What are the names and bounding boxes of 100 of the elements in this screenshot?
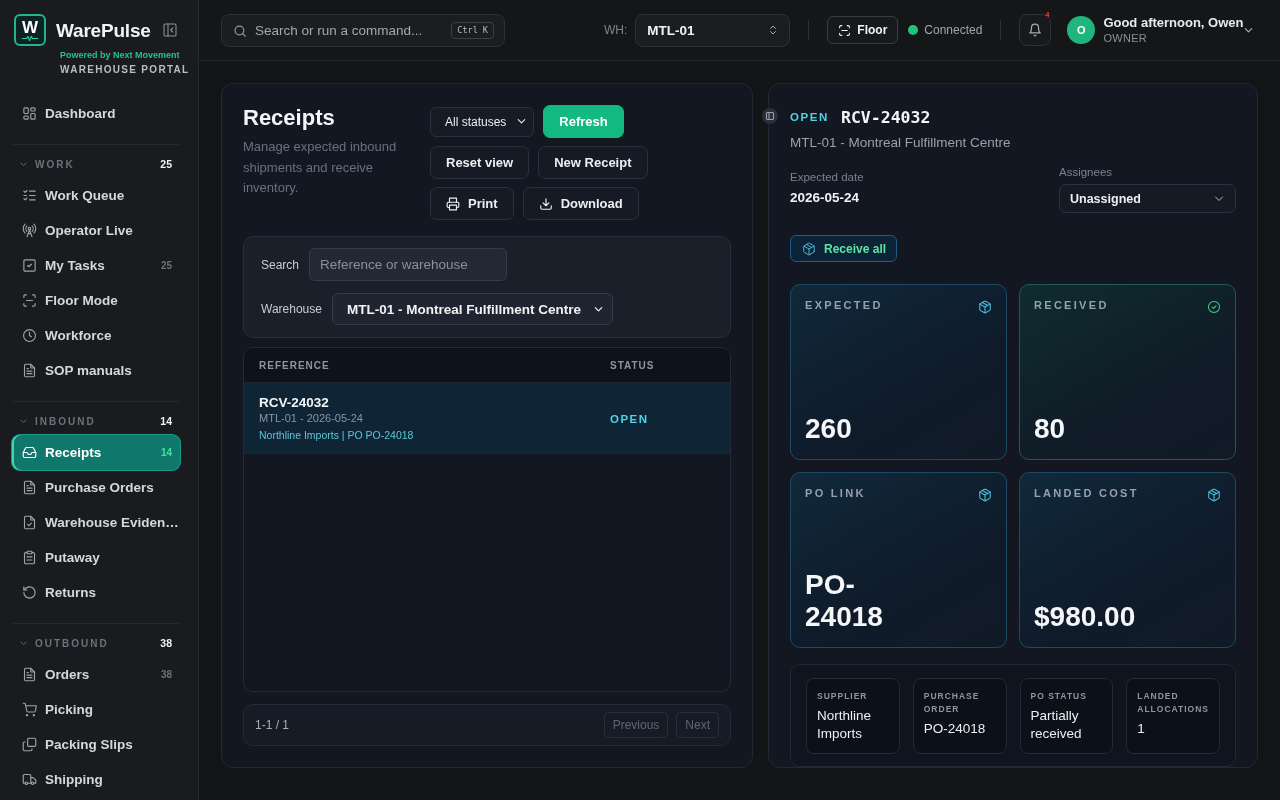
dashboard-grid-icon <box>22 106 37 121</box>
stat-label: LANDED COST <box>1034 487 1139 500</box>
receipt-reference: RCV-24032 <box>259 393 330 411</box>
brand-logo: W <box>14 14 46 46</box>
status-label: OPEN <box>610 413 649 425</box>
nav-item[interactable]: Purchase Orders <box>12 470 180 505</box>
nav-item[interactable]: Work Queue <box>12 178 180 213</box>
brand-name: WarePulse <box>56 20 151 42</box>
stat-label: PO LINK <box>805 487 866 500</box>
shortcut-hint: Ctrl K <box>451 21 494 39</box>
section-header[interactable]: INBOUND 14 <box>12 411 180 431</box>
download-icon <box>538 196 553 211</box>
printer-icon <box>446 196 460 211</box>
nav-item[interactable]: Receipts 14 <box>12 435 180 470</box>
panel-collapse-icon[interactable] <box>162 22 178 38</box>
clock-icon <box>22 328 37 343</box>
assignees-select[interactable]: Unassigned <box>1059 184 1236 213</box>
radio-tower-icon <box>22 223 37 238</box>
chevron-down-icon <box>516 116 528 127</box>
table-row[interactable]: RCV-24032 MTL-01 - 2026-05-24 Northline Imports | PO PO-24018 OPEN <box>244 383 730 454</box>
section-count: 38 <box>160 637 172 649</box>
reset-view-button[interactable]: Reset view <box>430 146 530 179</box>
check-circle-icon <box>1207 300 1221 314</box>
panel-toggle-icon[interactable] <box>762 108 778 124</box>
field-label: Assignees <box>1059 165 1114 180</box>
reference-search-field[interactable]: Reference or warehouse <box>309 248 508 281</box>
warehouse-filter-select[interactable]: MTL-01 - Montreal Fulfillment Centre <box>331 293 613 325</box>
section-count: 14 <box>160 415 172 427</box>
scan-icon <box>838 23 852 37</box>
nav-item[interactable]: Shipping <box>12 762 180 797</box>
floor-button[interactable]: Floor <box>827 16 899 44</box>
nav-item[interactable]: Picking <box>12 692 180 727</box>
receipt-meta: MTL-01 - 2026-05-24 <box>259 410 364 425</box>
warehouse-select[interactable]: MTL-01 <box>635 13 791 47</box>
new-receipt-button[interactable]: New Receipt <box>538 146 648 179</box>
copy-icon <box>22 737 37 752</box>
page-summary: 1-1 / 1 <box>255 718 290 732</box>
summary-value: Northline Imports <box>817 707 873 743</box>
summary-value: 1 <box>1137 720 1146 738</box>
status-filter-select[interactable]: All statuses <box>430 106 535 137</box>
item-count: 25 <box>160 260 172 271</box>
nav-item[interactable]: Workforce <box>12 318 180 353</box>
nav-item[interactable]: My Tasks 25 <box>12 248 180 283</box>
nav-item[interactable]: Operator Live <box>12 213 180 248</box>
truck-icon <box>22 772 37 787</box>
cube-icon <box>1207 488 1221 502</box>
receive-all-button[interactable]: Receive all <box>790 235 898 262</box>
stat-label: EXPECTED <box>805 299 883 312</box>
summary-label: LANDED ALLOCATIONS <box>1137 690 1210 716</box>
nav-item[interactable]: Floor Mode <box>12 283 180 318</box>
item-count: 38 <box>160 669 172 680</box>
connection-status: Connected <box>924 23 983 37</box>
download-button[interactable]: Download <box>522 187 639 220</box>
warehouse-label: Warehouse <box>261 302 322 316</box>
section-count: 25 <box>160 158 172 170</box>
document-check-icon <box>22 515 37 530</box>
checkbox-icon <box>22 258 37 273</box>
brand-subtitle: WAREHOUSE PORTAL <box>60 64 190 76</box>
bell-icon <box>1028 23 1043 37</box>
summary-value: PO-24018 <box>923 720 987 738</box>
summary-label: PO STATUS <box>1030 690 1088 703</box>
nav-item[interactable]: Dashboard <box>12 96 180 131</box>
summary-value: Partially received <box>1030 707 1083 743</box>
avatar: O <box>1067 16 1096 44</box>
stat-value: PO-24018 <box>805 569 884 633</box>
nav-item[interactable]: Returns <box>12 575 180 610</box>
summary-label: PURCHASE ORDER <box>923 690 981 716</box>
status-label: OPEN <box>790 111 829 123</box>
stat-label: RECEIVED <box>1034 299 1109 312</box>
nav-item[interactable]: Packing Slips <box>12 727 180 762</box>
item-count: 14 <box>160 447 172 458</box>
stat-value: 260 <box>805 413 853 445</box>
receipt-title: RCV-24032 <box>841 107 931 127</box>
user-role: OWNER <box>1103 31 1149 45</box>
cube-icon <box>978 300 992 314</box>
field-value: 2026-05-24 <box>790 189 861 207</box>
scan-icon <box>22 293 37 308</box>
cart-icon <box>22 702 37 717</box>
checklist-icon <box>22 188 37 203</box>
search-icon <box>233 23 247 38</box>
section-header[interactable]: WORK 25 <box>12 154 180 174</box>
rotate-icon <box>22 585 37 600</box>
page-title: Receipts <box>243 105 336 131</box>
field-label: Expected date <box>790 170 864 185</box>
nav-item[interactable]: Putaway <box>12 540 180 575</box>
stat-value: 80 <box>1034 413 1067 445</box>
search-label: Search <box>261 257 300 272</box>
brand-tagline: Powered by Next Movement <box>60 50 181 61</box>
clipboard-icon <box>22 550 37 565</box>
cube-icon <box>802 241 816 256</box>
nav-item[interactable]: SOP manuals <box>12 353 180 388</box>
section-header[interactable]: OUTBOUND 38 <box>12 633 180 653</box>
print-button[interactable]: Print <box>430 187 514 220</box>
column-header: STATUS <box>610 359 656 371</box>
nav-item[interactable]: Warehouse Eviden… <box>12 505 180 540</box>
stat-value: $980.00 <box>1034 601 1137 633</box>
document-icon <box>22 480 37 495</box>
nav-item[interactable]: Orders 38 <box>12 657 180 692</box>
receipt-links: Northline Imports | PO PO-24018 <box>259 427 415 443</box>
cube-icon <box>978 488 992 502</box>
